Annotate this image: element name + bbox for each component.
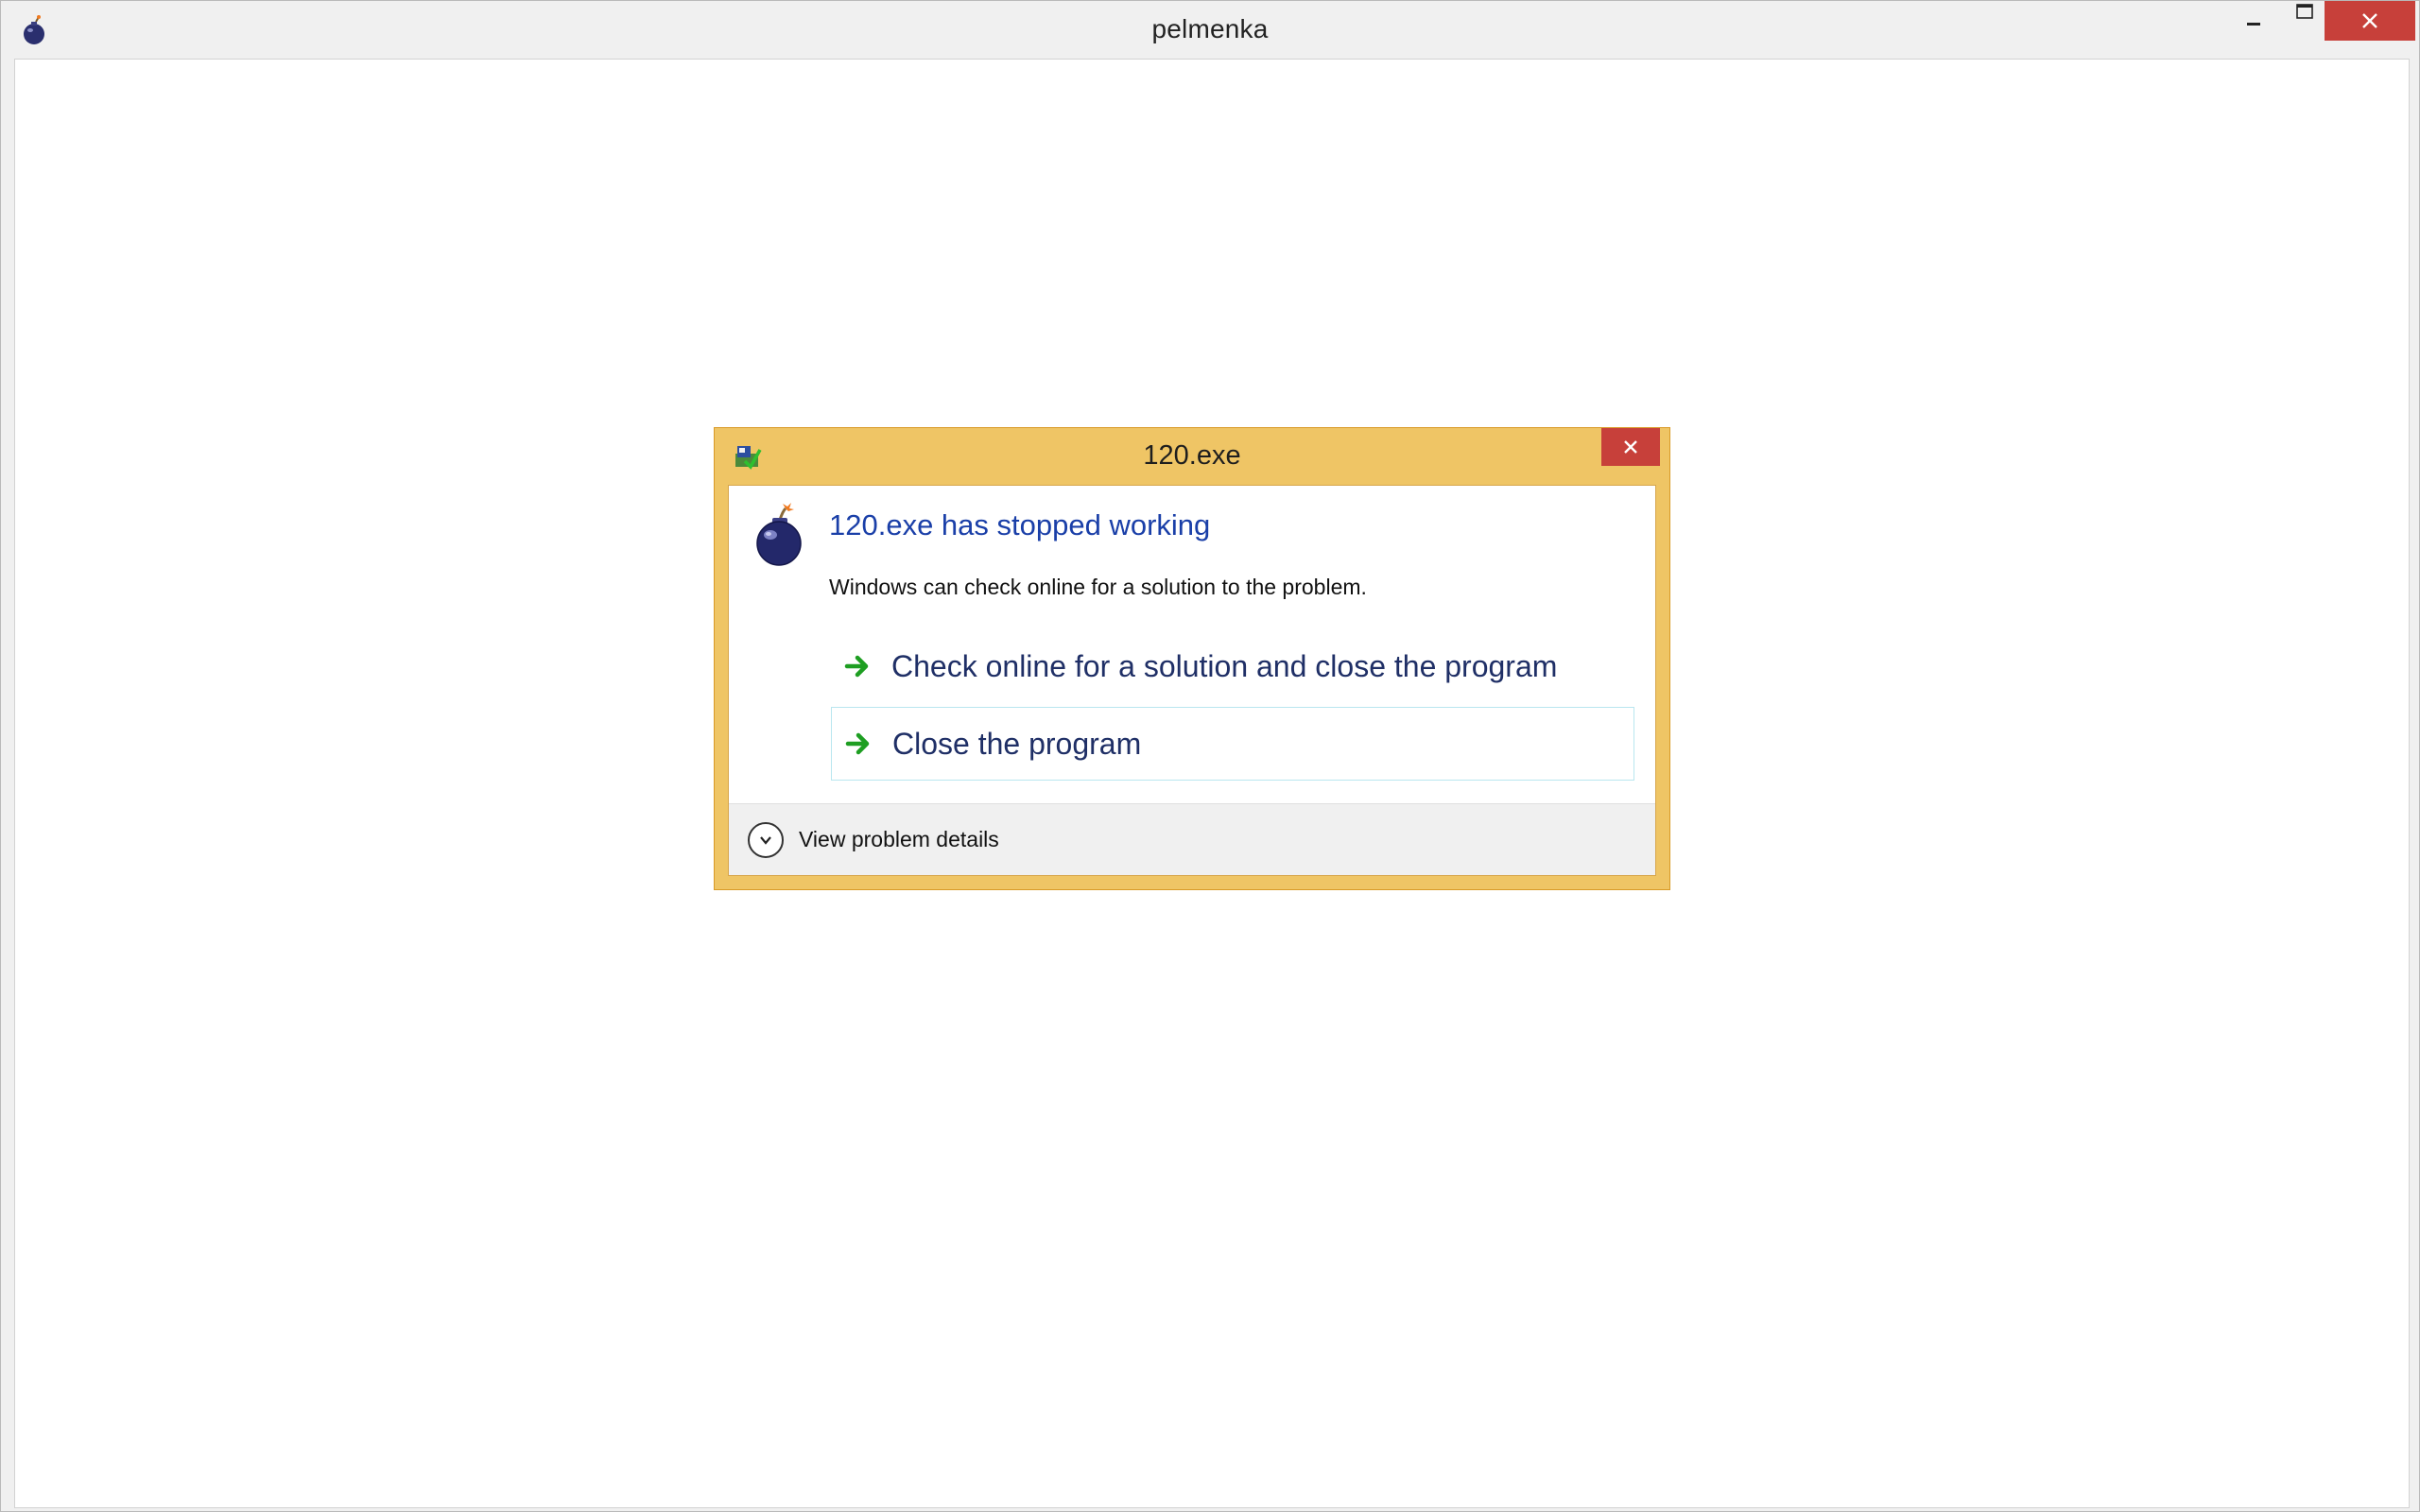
main-title-bar[interactable]: pelmenka bbox=[1, 1, 2419, 59]
window-title: pelmenka bbox=[1151, 14, 1269, 43]
view-details-link[interactable]: View problem details bbox=[799, 827, 999, 852]
view-details-toggle[interactable] bbox=[748, 821, 784, 858]
error-description: Windows can check online for a solution … bbox=[829, 575, 1367, 599]
dialog-title-bar[interactable]: 120.exe bbox=[715, 428, 1669, 485]
check-online-option[interactable]: Check online for a solution and close th… bbox=[831, 629, 1634, 703]
details-bar: View problem details bbox=[729, 803, 1655, 875]
maximize-icon bbox=[2296, 4, 2313, 19]
green-arrow-icon bbox=[844, 655, 869, 678]
close-icon bbox=[1624, 440, 1637, 454]
bomb-icon bbox=[756, 503, 802, 566]
dialog-close-button[interactable] bbox=[1601, 428, 1660, 466]
close-icon bbox=[2362, 13, 2377, 28]
close-button[interactable] bbox=[2325, 1, 2415, 41]
dialog-body: 120.exe has stopped working Windows can … bbox=[728, 485, 1656, 876]
error-heading: 120.exe has stopped working bbox=[829, 508, 1211, 541]
close-program-label: Close the program bbox=[892, 726, 1142, 761]
green-arrow-icon bbox=[845, 732, 870, 755]
error-dialog: 120.exe 120.exe has stopped working Wind… bbox=[714, 427, 1670, 890]
close-program-option[interactable]: Close the program bbox=[831, 707, 1634, 781]
dialog-title: 120.exe bbox=[1143, 440, 1241, 471]
minimize-icon bbox=[2247, 23, 2260, 26]
check-online-label: Check online for a solution and close th… bbox=[891, 648, 1558, 683]
chevron-down-icon bbox=[760, 835, 771, 845]
